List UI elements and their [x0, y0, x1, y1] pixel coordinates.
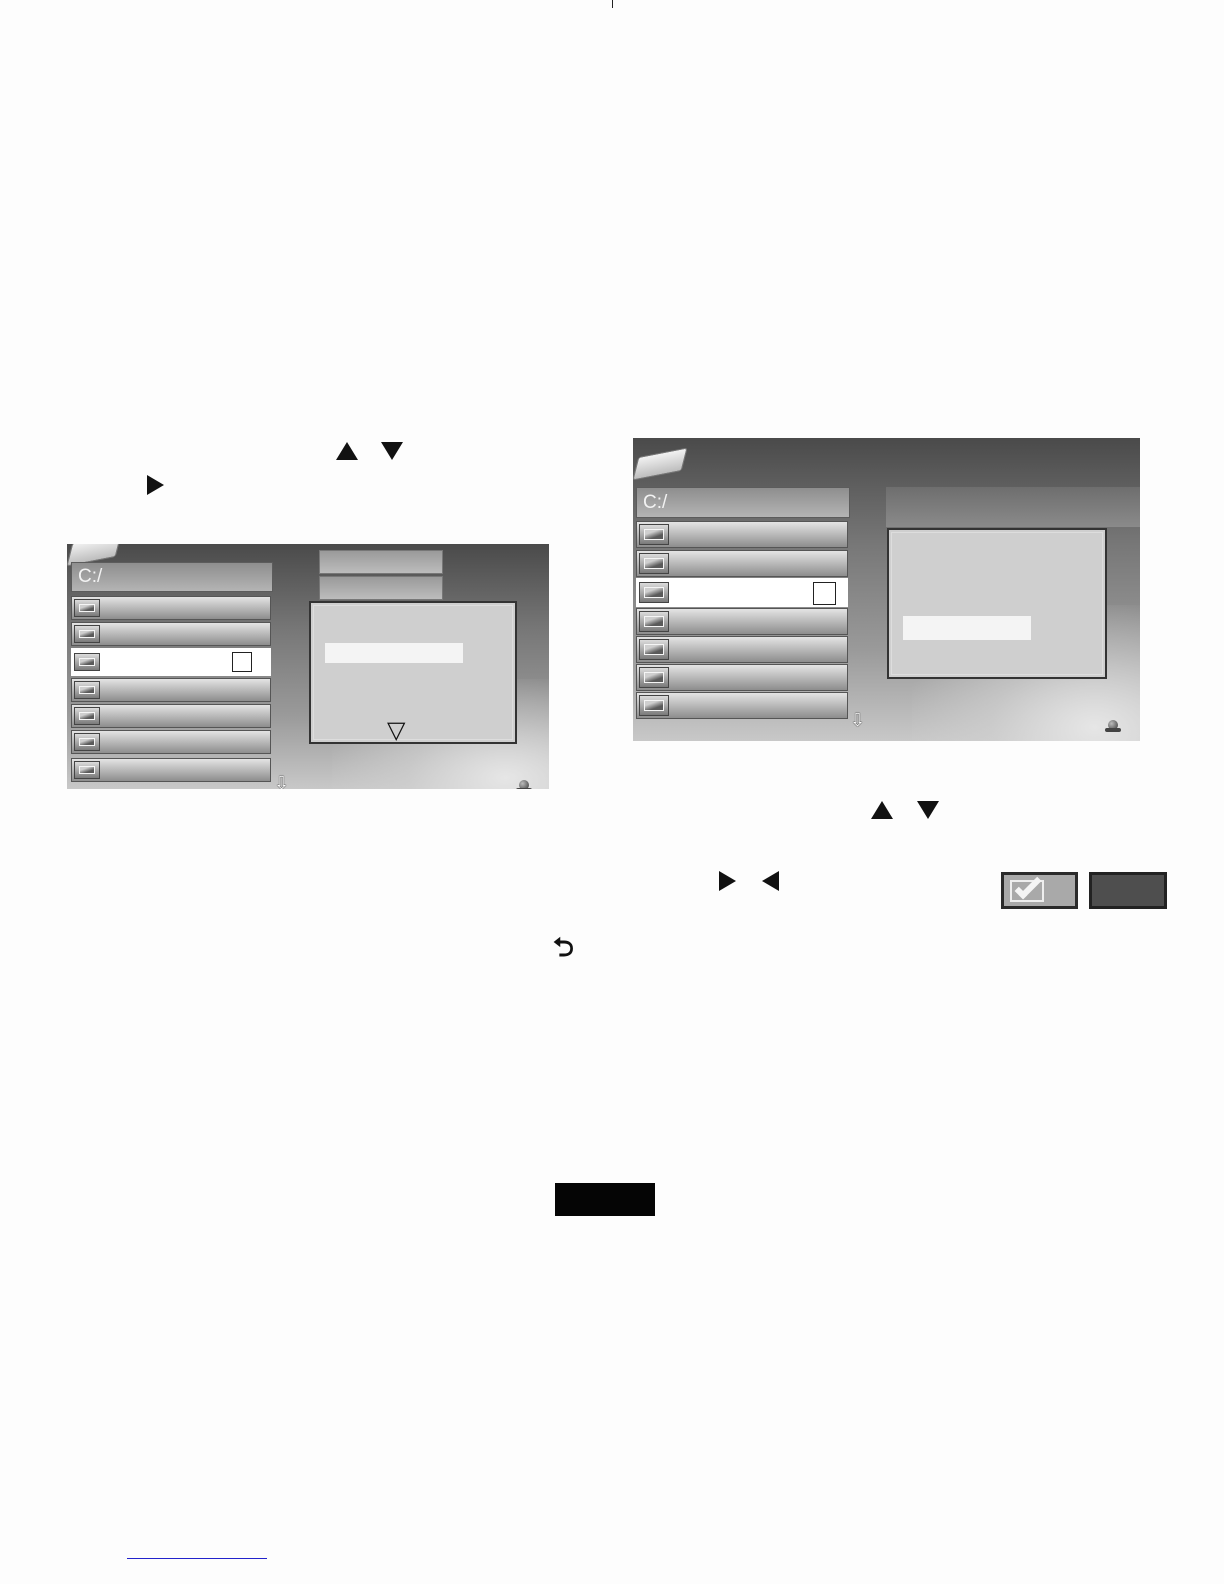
image-thumbnail-icon	[74, 625, 100, 643]
file-list	[636, 521, 850, 721]
file-row-selected[interactable]	[636, 578, 848, 607]
file-row[interactable]	[71, 596, 271, 620]
image-thumbnail-icon	[639, 582, 669, 603]
selection-checkbox[interactable]	[813, 582, 836, 605]
right-arrow-icon	[147, 475, 164, 495]
file-row[interactable]	[71, 678, 271, 702]
up-arrow-icon	[336, 442, 358, 460]
down-arrow-icon	[917, 801, 939, 819]
image-thumbnail-icon	[74, 599, 100, 617]
right-screen: C:/ ⇩	[633, 438, 1140, 741]
file-row[interactable]	[71, 704, 271, 728]
left-screen: C:/ ⇩ ▽	[67, 544, 549, 789]
options-popup: ▽	[309, 601, 517, 744]
note-label	[555, 1183, 655, 1216]
image-thumbnail-icon	[639, 695, 669, 716]
cancel-button[interactable]	[1089, 872, 1167, 909]
image-thumbnail-icon	[74, 707, 100, 725]
image-thumbnail-icon	[639, 667, 669, 688]
image-thumbnail-icon	[639, 639, 669, 660]
image-thumbnail-icon	[74, 681, 100, 699]
down-arrow-icon	[381, 442, 403, 460]
file-row[interactable]	[636, 636, 848, 663]
path-bar: C:/	[71, 562, 273, 592]
ok-button[interactable]	[1001, 872, 1078, 909]
return-icon: ⮌	[553, 932, 574, 962]
folder-icon	[633, 447, 688, 481]
popup-highlighted-option[interactable]	[325, 643, 463, 663]
image-thumbnail-icon	[74, 761, 100, 779]
path-bar: C:/	[636, 487, 850, 518]
file-row[interactable]	[636, 664, 848, 691]
image-thumbnail-icon	[74, 733, 100, 751]
file-row[interactable]	[636, 692, 848, 719]
footer-rule	[127, 1558, 267, 1559]
image-thumbnail-icon	[639, 524, 669, 545]
image-thumbnail-icon	[74, 653, 100, 671]
file-row-selected[interactable]	[71, 648, 271, 676]
file-row[interactable]	[71, 622, 271, 646]
right-arrow-icon	[719, 871, 736, 891]
dialog-highlighted-option[interactable]	[903, 616, 1031, 640]
status-icon	[1105, 720, 1121, 732]
image-thumbnail-icon	[639, 553, 669, 574]
status-icon	[516, 780, 532, 789]
up-arrow-icon	[871, 801, 893, 819]
dialog-popup	[887, 528, 1107, 679]
file-row[interactable]	[71, 730, 271, 754]
option-bar[interactable]	[319, 550, 443, 574]
scroll-down-icon[interactable]: ⇩	[850, 711, 865, 729]
dialog-header-bar	[886, 487, 1140, 527]
popup-scroll-down-icon[interactable]: ▽	[387, 719, 405, 743]
image-thumbnail-icon	[639, 611, 669, 632]
file-row[interactable]	[636, 550, 848, 577]
fold-mark	[612, 0, 613, 8]
selection-checkbox[interactable]	[232, 652, 252, 672]
file-row[interactable]	[636, 521, 848, 548]
file-row[interactable]	[71, 758, 271, 782]
left-arrow-icon	[762, 871, 779, 891]
file-row[interactable]	[636, 608, 848, 635]
option-bar[interactable]	[319, 576, 443, 600]
scroll-down-icon[interactable]: ⇩	[274, 774, 289, 789]
file-list	[71, 596, 273, 786]
